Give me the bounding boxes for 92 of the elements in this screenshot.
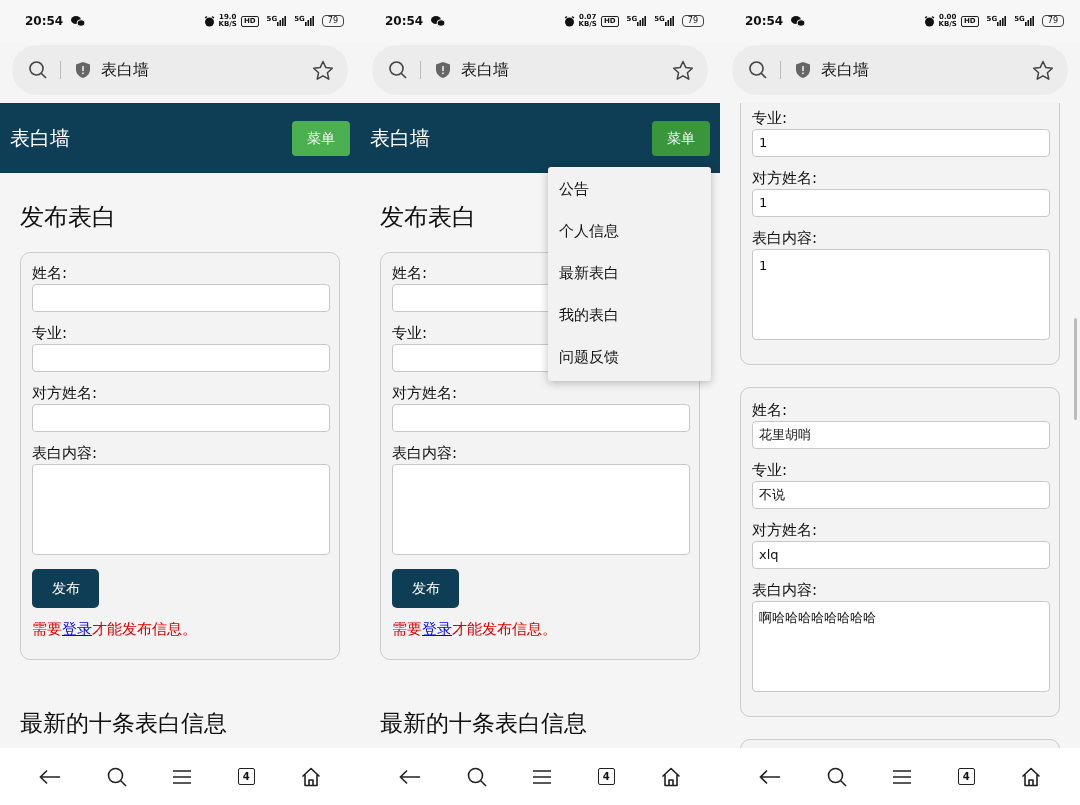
field-label: 专业: — [752, 460, 788, 481]
clock-time: 20:54 — [745, 13, 784, 30]
menu-item[interactable]: 个人信息 — [548, 211, 630, 253]
input-field[interactable]: xlq — [752, 541, 1050, 569]
field-label: 对方姓名: — [32, 383, 98, 404]
input-field[interactable]: 花里胡哨 — [752, 421, 1050, 449]
text-area[interactable]: 1 — [752, 249, 1050, 340]
alarm-icon — [923, 15, 935, 27]
battery: 79 — [681, 15, 704, 27]
shield-icon — [435, 61, 451, 79]
menu-icon[interactable] — [533, 769, 552, 784]
field-label: 表白内容: — [392, 443, 458, 464]
address-bar[interactable]: 表白墙 — [372, 45, 708, 95]
menu-item[interactable]: 问题反馈 — [548, 337, 630, 379]
search-icon[interactable] — [107, 766, 128, 787]
signal-icon — [637, 16, 647, 26]
field-label: 对方姓名: — [392, 383, 458, 404]
chat-icon — [431, 15, 446, 27]
shield-icon — [75, 61, 91, 79]
signal-icon — [664, 16, 674, 26]
menu-icon[interactable] — [173, 769, 192, 784]
signal-icon — [304, 16, 314, 26]
menu-icon[interactable] — [893, 769, 912, 784]
back-icon[interactable] — [39, 768, 62, 785]
input-field[interactable] — [32, 284, 330, 312]
field-label: 专业: — [32, 323, 68, 344]
field-label: 专业: — [752, 108, 788, 129]
star-icon[interactable] — [672, 59, 694, 81]
star-icon[interactable] — [312, 59, 334, 81]
chat-icon — [71, 15, 86, 27]
section-heading: 发布表白 — [380, 202, 476, 233]
star-icon[interactable] — [1032, 59, 1054, 81]
login-notice: 需要登录才能发布信息。 — [32, 619, 197, 640]
page-title: 表白墙 — [101, 59, 150, 81]
login-link[interactable]: 登录 — [62, 620, 92, 638]
tabs-button[interactable]: 4 — [597, 768, 615, 785]
clock-time: 20:54 — [25, 13, 64, 30]
input-field[interactable] — [392, 404, 690, 432]
site-title: 表白墙 — [10, 125, 70, 152]
field-label: 对方姓名: — [752, 168, 818, 189]
login-link[interactable]: 登录 — [422, 620, 452, 638]
input-field[interactable]: 不说 — [752, 481, 1050, 509]
clock-time: 20:54 — [385, 13, 424, 30]
field-label: 对方姓名: — [752, 520, 818, 541]
field-label: 姓名: — [392, 263, 428, 284]
field-label: 姓名: — [752, 400, 788, 421]
tabs-button[interactable]: 4 — [957, 768, 975, 785]
back-icon[interactable] — [399, 768, 422, 785]
field-label: 表白内容: — [32, 443, 98, 464]
field-label: 表白内容: — [752, 580, 818, 601]
section-heading: 最新的十条表白信息 — [380, 708, 588, 738]
menu-button[interactable]: 菜单 — [652, 120, 710, 156]
search-icon[interactable] — [827, 766, 848, 787]
signal-icon — [1024, 16, 1034, 26]
page-title: 表白墙 — [461, 59, 510, 81]
search-icon[interactable] — [467, 766, 488, 787]
page-title: 表白墙 — [821, 59, 870, 81]
home-icon[interactable] — [660, 766, 681, 787]
address-bar[interactable]: 表白墙 — [12, 45, 348, 95]
menu-item[interactable]: 最新表白 — [548, 253, 630, 295]
search-icon[interactable] — [28, 60, 48, 80]
shield-icon — [795, 61, 811, 79]
input-field[interactable]: 1 — [752, 189, 1050, 217]
section-heading: 最新的十条表白信息 — [20, 708, 228, 738]
menu-item[interactable]: 公告 — [548, 169, 600, 211]
back-icon[interactable] — [759, 768, 782, 785]
input-field[interactable] — [32, 404, 330, 432]
submit-button[interactable]: 发布 — [32, 569, 99, 608]
section-heading: 发布表白 — [20, 202, 116, 233]
field-label: 表白内容: — [752, 228, 818, 249]
alarm-icon — [563, 15, 575, 27]
battery: 79 — [1041, 15, 1064, 27]
battery: 79 — [321, 15, 344, 27]
tabs-button[interactable]: 4 — [237, 768, 255, 785]
field-label: 专业: — [392, 323, 428, 344]
submit-button[interactable]: 发布 — [392, 569, 459, 608]
signal-icon — [277, 16, 287, 26]
search-icon[interactable] — [748, 60, 768, 80]
menu-item[interactable]: 我的表白 — [548, 295, 630, 337]
input-field[interactable] — [32, 344, 330, 372]
address-bar[interactable]: 表白墙 — [732, 45, 1068, 95]
home-icon[interactable] — [1020, 766, 1041, 787]
field-label: 姓名: — [32, 263, 68, 284]
alarm-icon — [203, 15, 215, 27]
chat-icon — [791, 15, 806, 27]
search-icon[interactable] — [388, 60, 408, 80]
home-icon[interactable] — [300, 766, 321, 787]
signal-icon — [997, 16, 1007, 26]
text-area[interactable]: 啊哈哈哈哈哈哈哈哈 — [752, 601, 1050, 692]
input-field[interactable]: 1 — [752, 129, 1050, 157]
login-notice: 需要登录才能发布信息。 — [392, 619, 557, 640]
site-title: 表白墙 — [370, 125, 430, 152]
